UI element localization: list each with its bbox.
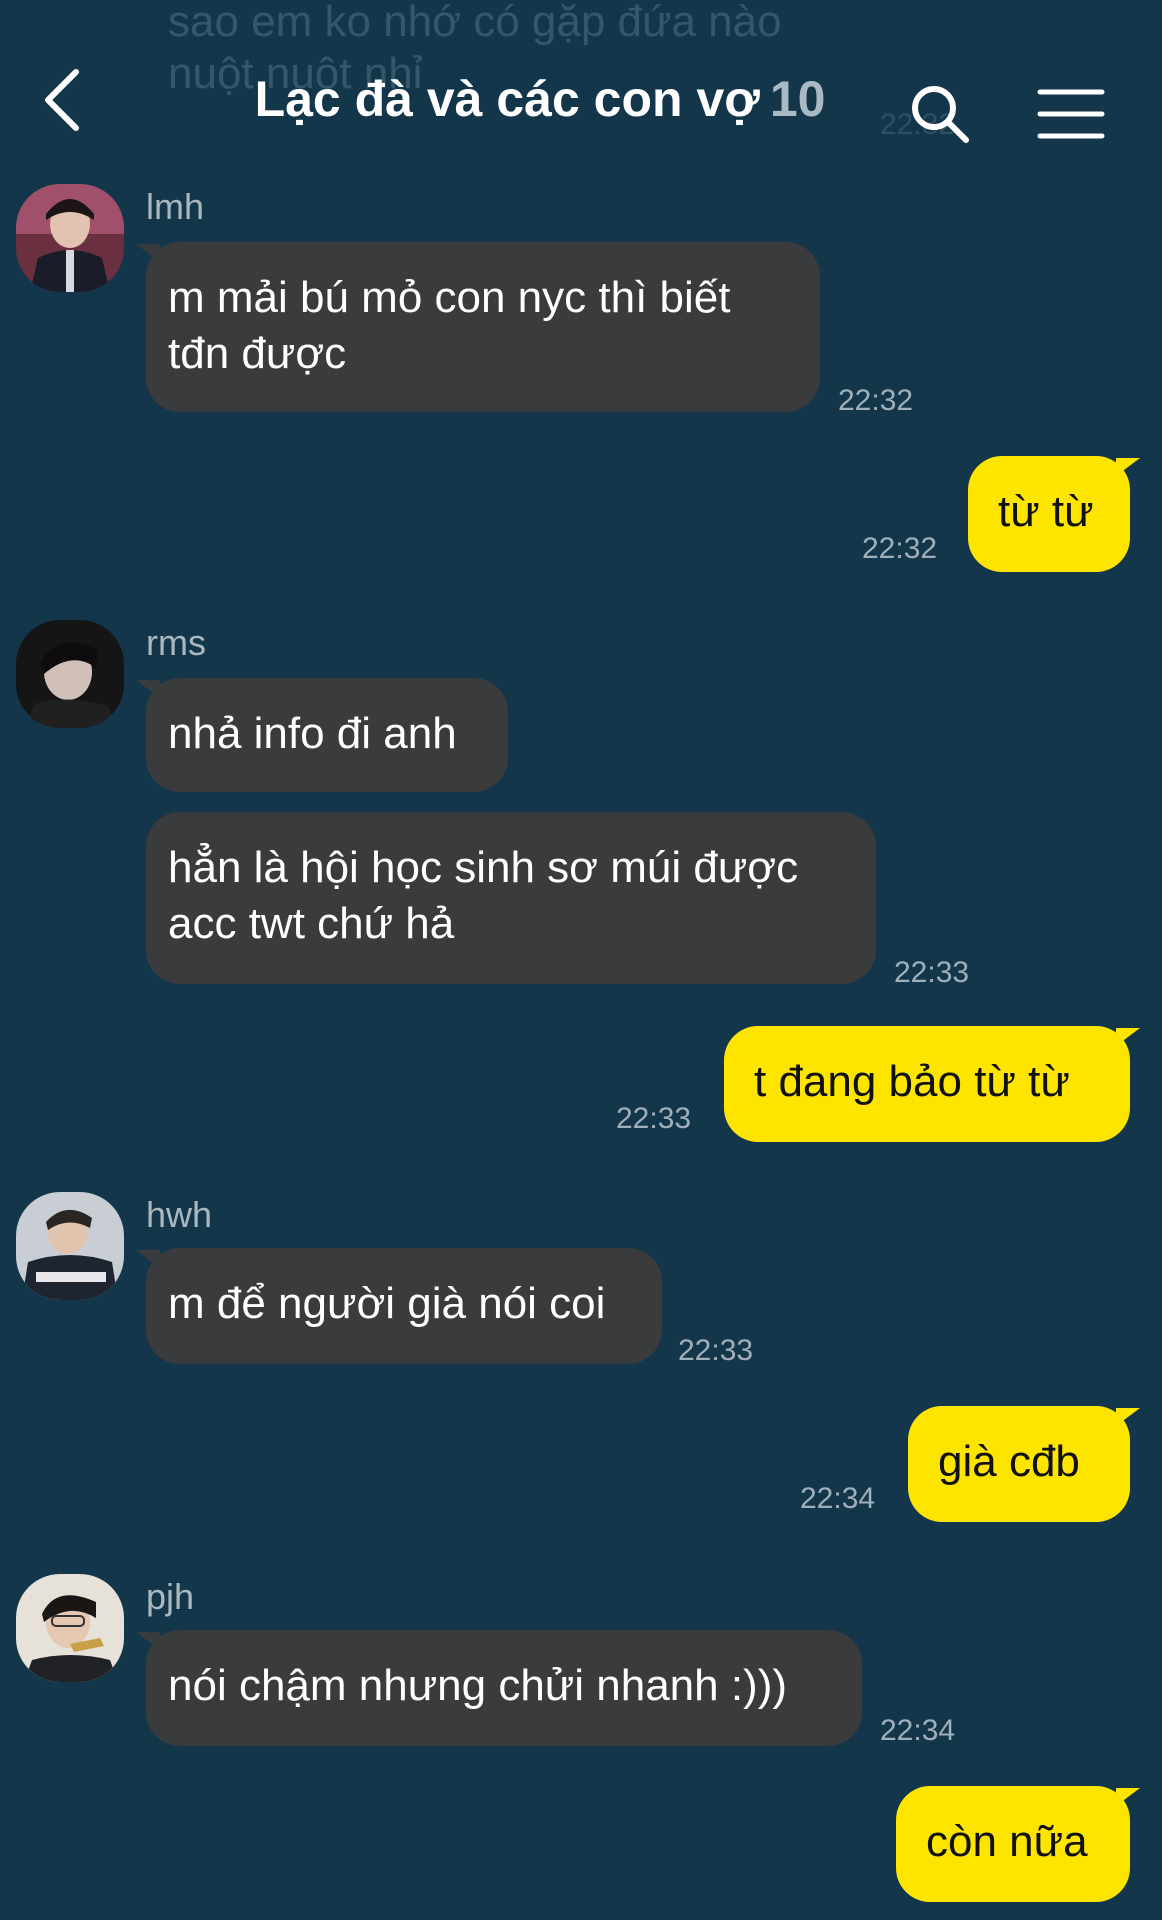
avatar-rms[interactable]	[16, 620, 124, 728]
avatar-lmh[interactable]	[16, 184, 124, 292]
bubble-tail	[1116, 1028, 1140, 1046]
bubble-tail	[1116, 1408, 1140, 1426]
sender-name: lmh	[146, 186, 205, 227]
chat-header: Lạc đà và các con vợ 10	[0, 40, 1162, 160]
bubble-tail	[1116, 1788, 1140, 1806]
message-time: 22:33	[894, 956, 970, 989]
avatar-pjh[interactable]	[16, 1574, 124, 1682]
message-text: già cđb	[938, 1437, 1080, 1486]
message-time: 22:33	[616, 1102, 692, 1135]
menu-button[interactable]	[1036, 86, 1106, 142]
message-time: 22:32	[862, 532, 938, 565]
chat-title: Lạc đà và các con vợ	[254, 71, 760, 127]
avatar-image	[16, 184, 124, 292]
bubble-tail	[136, 680, 160, 698]
message-text: m mải bú mỏ con nyc thì biết tđn được	[168, 273, 731, 378]
back-button[interactable]	[32, 60, 102, 140]
sender-name: pjh	[146, 1576, 195, 1617]
avatar-image	[16, 1574, 124, 1682]
search-button[interactable]	[908, 82, 972, 146]
sender-name: rms	[146, 622, 206, 663]
search-icon	[912, 86, 969, 143]
avatar-hwh[interactable]	[16, 1192, 124, 1300]
message-bubble-outgoing[interactable]: từ từ	[968, 456, 1140, 572]
sender-name: hwh	[146, 1194, 213, 1235]
message-text: còn nữa	[926, 1817, 1088, 1866]
message-bubble-outgoing[interactable]: già cđb	[908, 1406, 1140, 1522]
message-time: 22:34	[800, 1482, 876, 1515]
message-time: 22:33	[678, 1334, 754, 1367]
message-text: t đang bảo từ từ	[754, 1057, 1070, 1106]
chat-title-area[interactable]: Lạc đà và các con vợ 10	[180, 70, 900, 128]
message-bubble-incoming[interactable]: nói chậm nhưng chửi nhanh :)))	[136, 1630, 862, 1746]
message-text: hẳn là hội học sinh sơ múi được acc twt …	[168, 843, 799, 948]
member-count: 10	[769, 71, 826, 127]
message-bubble-incoming[interactable]: m mải bú mỏ con nyc thì biết tđn được	[136, 242, 820, 412]
bubble-tail	[1116, 458, 1140, 476]
bubble-tail	[136, 244, 160, 262]
message-bubble-incoming[interactable]: nhả info đi anh	[136, 678, 508, 792]
message-text: nhả info đi anh	[168, 709, 457, 758]
message-bubble-incoming[interactable]: m để người già nói coi	[136, 1248, 662, 1364]
message-text: m để người già nói coi	[168, 1279, 606, 1328]
message-text: từ từ	[998, 487, 1094, 536]
avatar-image	[16, 1192, 124, 1300]
avatar-image	[16, 620, 124, 728]
message-bubble-incoming[interactable]: hẳn là hội học sinh sơ múi được acc twt …	[146, 812, 876, 984]
bubble-tail	[136, 1250, 160, 1268]
chevron-left-icon	[45, 69, 79, 131]
message-time: 22:32	[838, 384, 914, 417]
hamburger-menu-icon	[1037, 89, 1105, 139]
message-bubble-outgoing[interactable]: t đang bảo từ từ	[724, 1026, 1140, 1142]
bubble-tail	[136, 1632, 160, 1650]
message-time: 22:34	[880, 1714, 956, 1747]
message-bubble-outgoing[interactable]: còn nữa	[896, 1786, 1140, 1902]
message-text: nói chậm nhưng chửi nhanh :)))	[168, 1661, 788, 1710]
